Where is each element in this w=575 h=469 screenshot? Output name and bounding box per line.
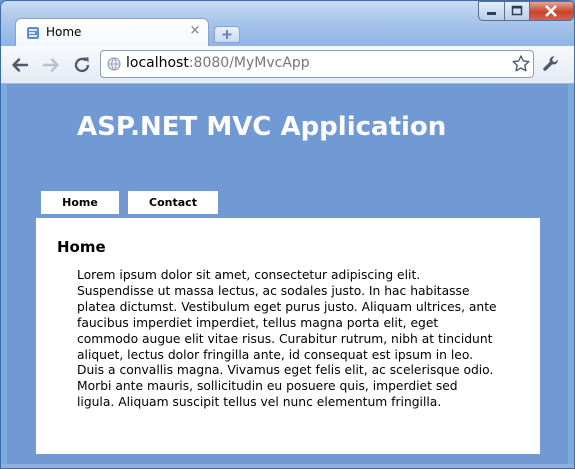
close-window-button[interactable] bbox=[529, 1, 574, 21]
address-bar[interactable]: localhost:8080/MyMvcApp bbox=[100, 50, 534, 78]
window-bottom-frame bbox=[1, 464, 574, 468]
maximize-icon bbox=[511, 5, 523, 16]
forward-arrow-icon[interactable] bbox=[40, 54, 62, 76]
bookmark-star-icon[interactable] bbox=[511, 54, 531, 74]
page-favicon-icon bbox=[27, 27, 39, 39]
site-title: ASP.NET MVC Application bbox=[77, 112, 447, 142]
maximize-button[interactable] bbox=[504, 1, 530, 21]
url-text: localhost:8080/MyMvcApp bbox=[126, 55, 310, 71]
tab-home[interactable]: Home × bbox=[15, 18, 209, 46]
close-tab-icon[interactable]: × bbox=[188, 23, 202, 39]
browser-window: Home × localhost:8080/MyMvcApp ASP.NET M… bbox=[0, 0, 575, 469]
menu-item-contact[interactable]: Contact bbox=[128, 191, 218, 214]
page-viewport: ASP.NET MVC Application Home Contact Hom… bbox=[7, 84, 568, 464]
plus-icon bbox=[222, 30, 232, 39]
reload-icon[interactable] bbox=[71, 54, 93, 76]
tab-title: Home bbox=[46, 25, 82, 39]
page-heading: Home bbox=[57, 238, 106, 256]
close-icon bbox=[545, 5, 557, 17]
browser-toolbar: localhost:8080/MyMvcApp bbox=[1, 46, 574, 84]
body-paragraph: Lorem ipsum dolor sit amet, consectetur … bbox=[77, 268, 497, 410]
back-arrow-icon[interactable] bbox=[9, 54, 31, 76]
minimize-button[interactable] bbox=[478, 1, 505, 21]
globe-icon bbox=[107, 57, 121, 71]
main-content: Home Lorem ipsum dolor sit amet, consect… bbox=[36, 218, 540, 454]
wrench-menu-icon[interactable] bbox=[541, 54, 561, 74]
new-tab-button[interactable] bbox=[214, 26, 240, 43]
minimize-icon bbox=[487, 12, 496, 15]
title-bar: Home × bbox=[1, 1, 574, 46]
menu-item-home[interactable]: Home bbox=[41, 191, 119, 214]
